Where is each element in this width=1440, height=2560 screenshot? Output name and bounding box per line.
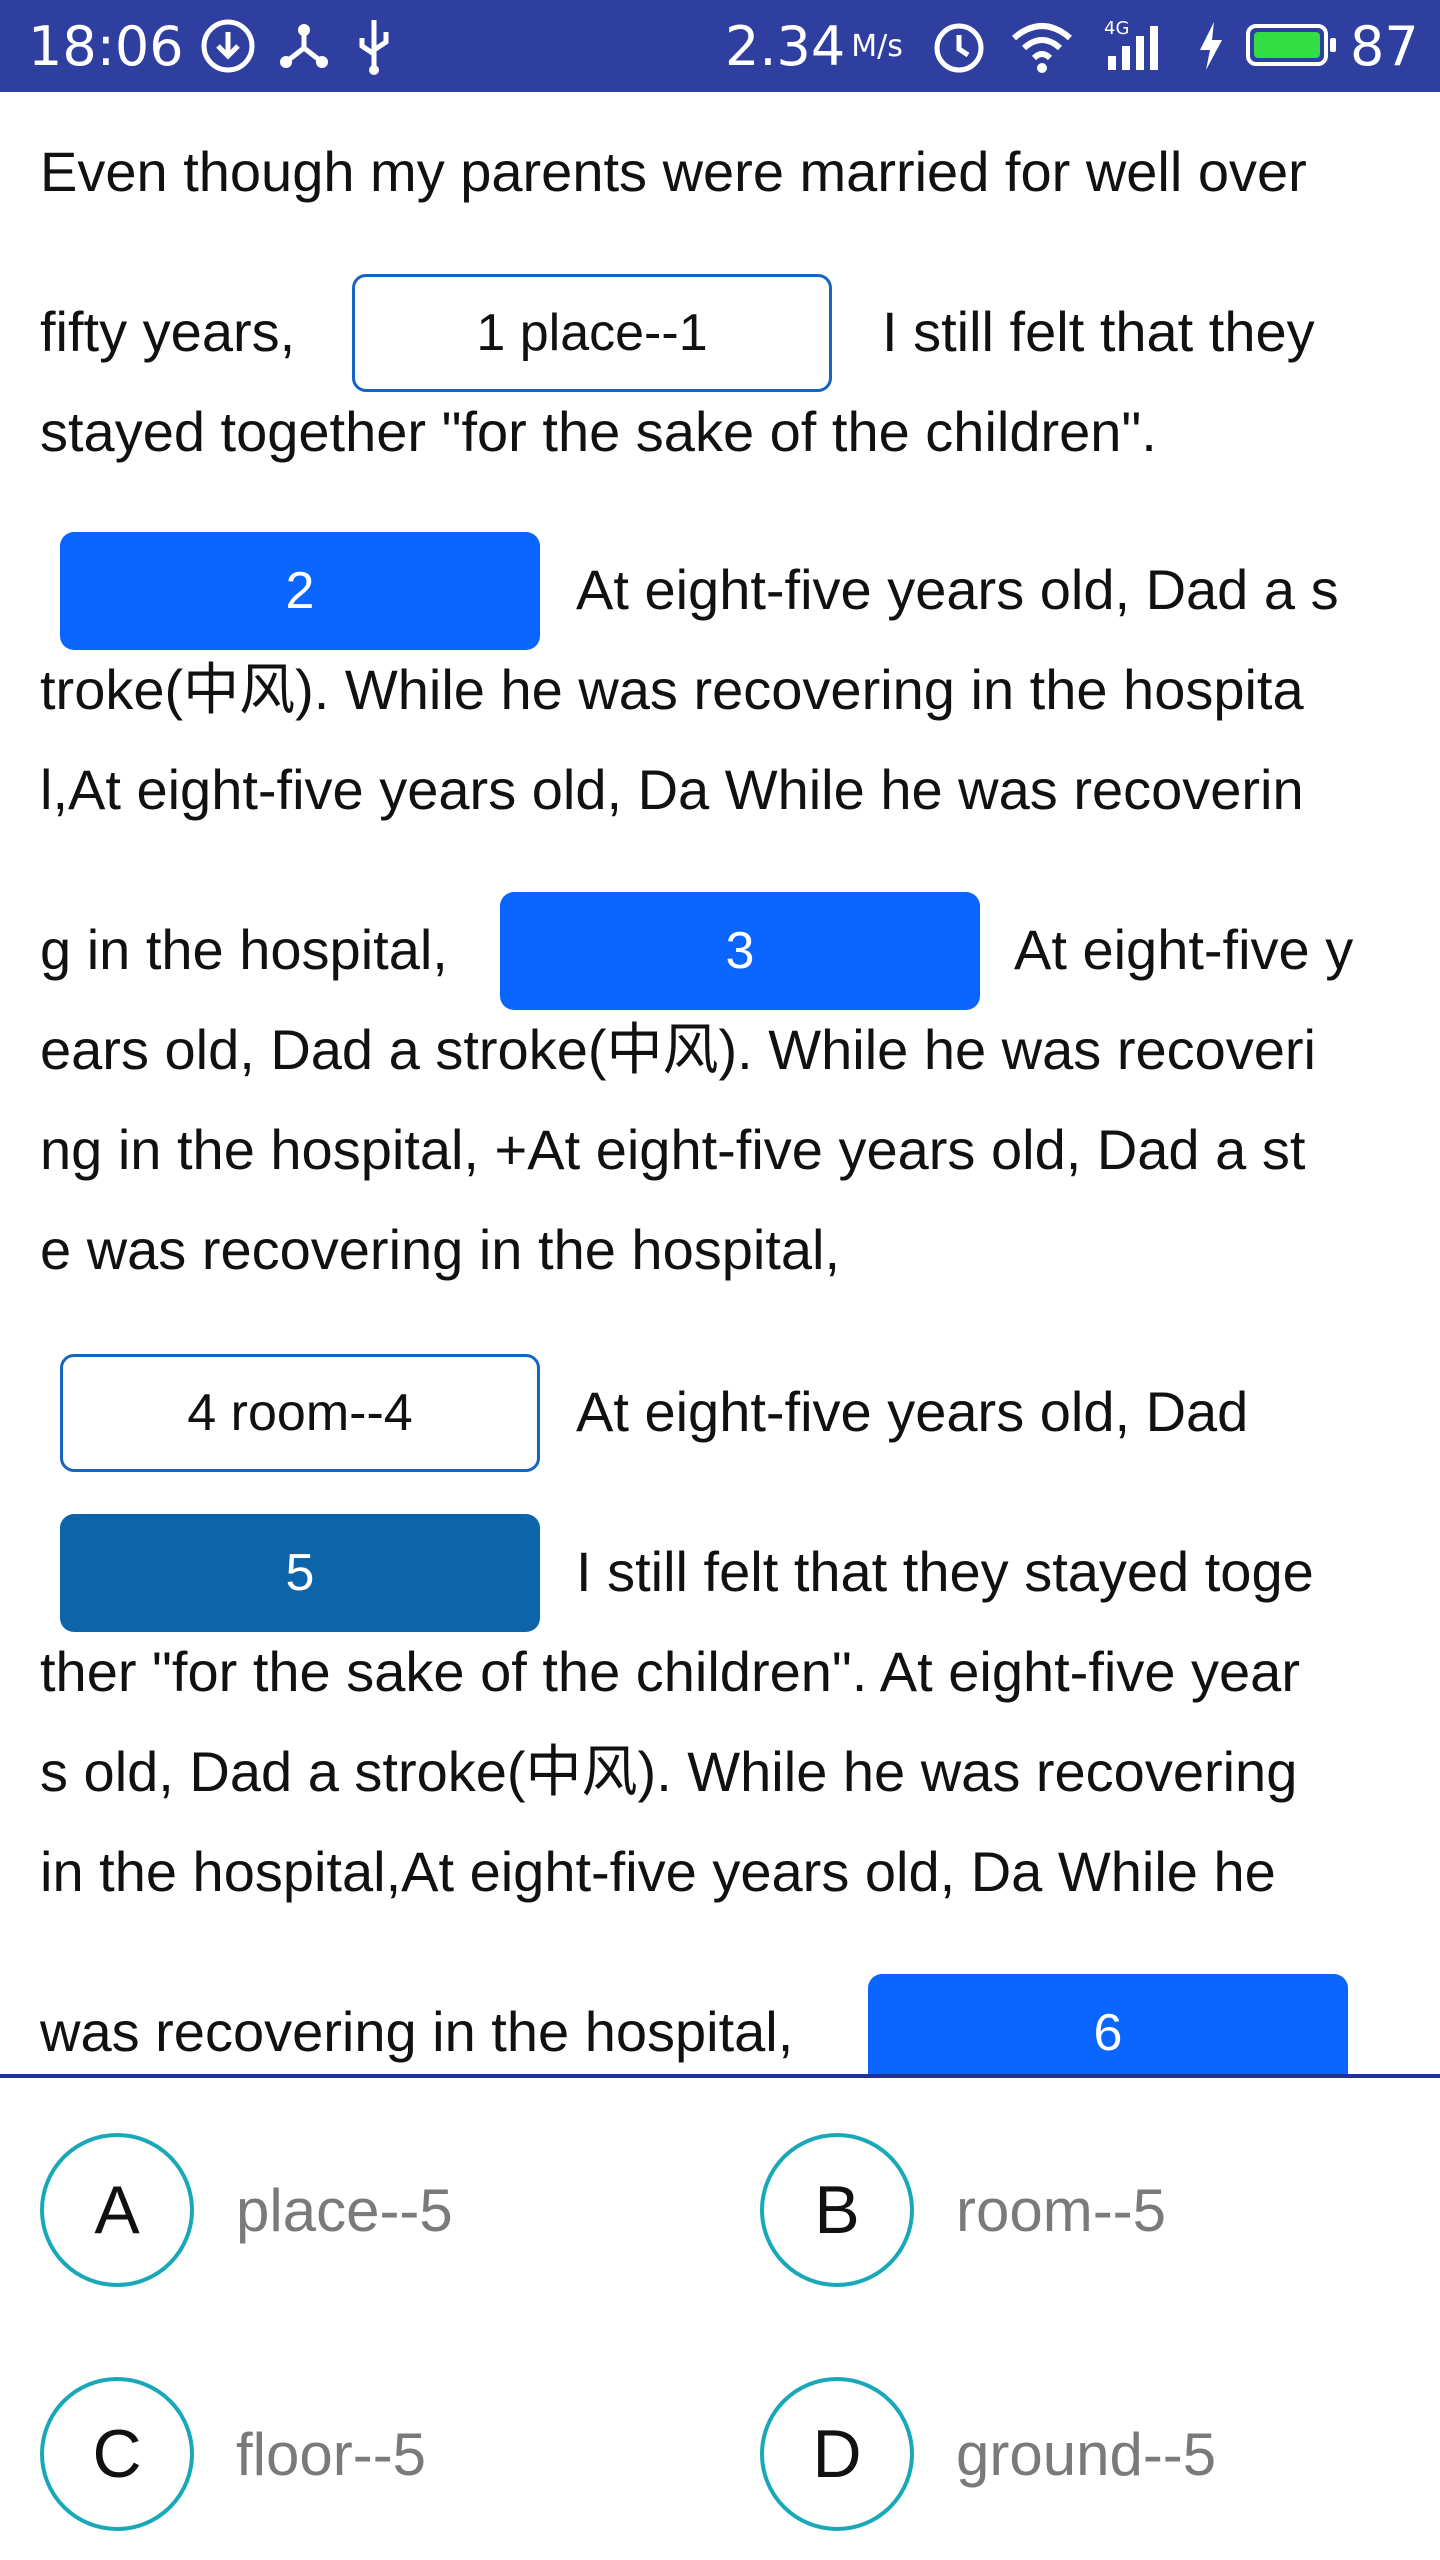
passage-line: e was recovering in the hospital, xyxy=(40,1218,840,1281)
cloze-passage: Even though my parents were married for … xyxy=(0,92,1440,2076)
option-b[interactable]: B room--5 xyxy=(760,2130,1166,2290)
passage-line: ther "for the sake of the children". At … xyxy=(40,1640,1300,1703)
option-text[interactable]: ground--5 xyxy=(956,2420,1216,2489)
passage-line: fifty years, xyxy=(40,300,296,363)
passage-line: troke(中风). While he was recovering in th… xyxy=(40,658,1304,721)
blank-5[interactable]: 5 xyxy=(60,1514,540,1632)
status-bar: 18:06 2.34 M/s 4G 87 xyxy=(0,0,1440,92)
divider xyxy=(0,2074,1440,2078)
battery-level: 87 xyxy=(1350,14,1419,78)
blank-4[interactable]: 4 room--4 xyxy=(60,1354,540,1472)
passage-line: ears old, Dad a stroke(中风). While he was… xyxy=(40,1018,1316,1081)
blank-3[interactable]: 3 xyxy=(500,892,980,1010)
passage-line: l,At eight-five years old, Da While he w… xyxy=(40,758,1304,821)
alarm-icon xyxy=(930,0,988,92)
option-a[interactable]: A place--5 xyxy=(40,2130,453,2290)
blank-6[interactable]: 6 xyxy=(868,1974,1348,2076)
passage-line: g in the hospital, xyxy=(40,918,448,981)
download-icon xyxy=(200,0,256,92)
wifi-icon xyxy=(1010,0,1074,92)
option-letter[interactable]: D xyxy=(760,2377,914,2531)
option-letter[interactable]: C xyxy=(40,2377,194,2531)
usb-icon xyxy=(352,0,396,92)
battery-icon xyxy=(1246,24,1336,66)
option-text[interactable]: place--5 xyxy=(236,2176,453,2245)
option-text[interactable]: floor--5 xyxy=(236,2420,426,2489)
signal-icon xyxy=(1104,0,1168,92)
blank-2[interactable]: 2 xyxy=(60,532,540,650)
option-letter[interactable]: B xyxy=(760,2133,914,2287)
passage-line: s old, Dad a stroke(中风). While he was re… xyxy=(40,1740,1298,1803)
network-speed: 2.34 M/s xyxy=(725,14,903,78)
passage-line: ng in the hospital, +At eight-five years… xyxy=(40,1118,1306,1181)
passage-line: At eight-five years old, Dad xyxy=(576,1380,1249,1443)
passage-line: in the hospital,At eight-five years old,… xyxy=(40,1840,1276,1903)
passage-line: was recovering in the hospital, xyxy=(40,2000,794,2063)
passage-line: At eight-five years old, Dad a s xyxy=(576,558,1339,621)
passage-line: stayed together "for the sake of the chi… xyxy=(40,400,1157,463)
option-d[interactable]: D ground--5 xyxy=(760,2374,1216,2534)
option-letter[interactable]: A xyxy=(40,2133,194,2287)
status-time: 18:06 xyxy=(28,14,184,78)
passage-line: At eight-five y xyxy=(1014,918,1354,981)
option-c[interactable]: C floor--5 xyxy=(40,2374,426,2534)
option-text[interactable]: room--5 xyxy=(956,2176,1166,2245)
share-icon xyxy=(276,0,332,92)
passage-line: I still felt that they stayed toge xyxy=(576,1540,1314,1603)
passage-line: I still felt that they xyxy=(882,300,1315,363)
blank-1[interactable]: 1 place--1 xyxy=(352,274,832,392)
charging-icon xyxy=(1196,0,1226,92)
passage-line: Even though my parents were married for … xyxy=(40,140,1307,203)
